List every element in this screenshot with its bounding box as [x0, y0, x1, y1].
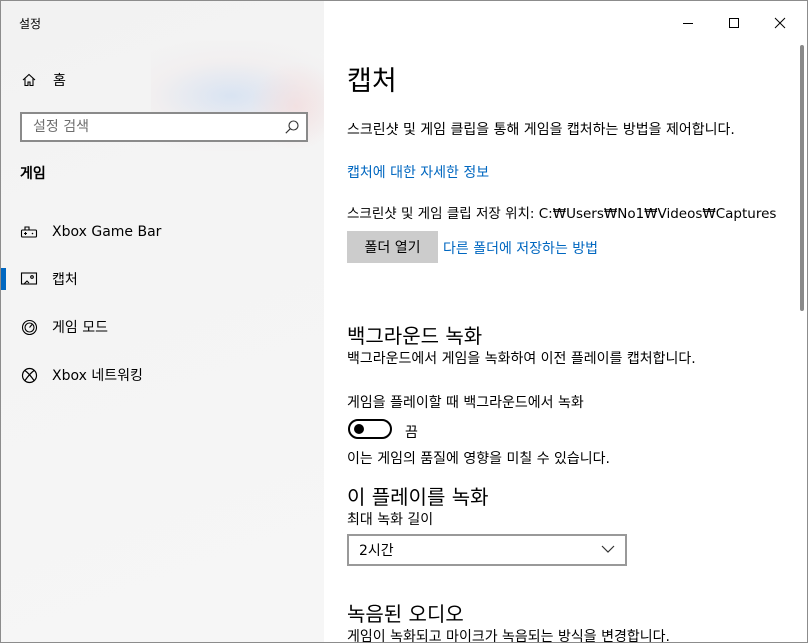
- app-title: 설정: [19, 17, 42, 31]
- open-folder-button[interactable]: 폴더 열기: [347, 231, 438, 263]
- more-info-link[interactable]: 캡처에 대한 자세한 정보: [347, 162, 489, 182]
- recorded-audio-heading: 녹음된 오디오: [347, 602, 464, 626]
- sidebar: 설정 홈 게임 Xbox Game Bar: [1, 1, 324, 642]
- search-box[interactable]: [20, 112, 308, 142]
- active-indicator: [1, 268, 6, 290]
- recorded-audio-description: 게임이 녹화되고 마이크가 녹음되는 방식을 변경합니다.: [347, 629, 670, 643]
- nav-home[interactable]: 홈: [1, 65, 324, 95]
- section-title: 게임: [20, 166, 46, 182]
- background-recording-heading: 백그라운드 녹화: [347, 324, 483, 348]
- background-recording-toggle-label: 게임을 플레이할 때 백그라운드에서 녹화: [347, 395, 584, 411]
- sidebar-item-capture[interactable]: 캡처: [1, 259, 324, 299]
- sidebar-item-xbox-networking[interactable]: Xbox 네트워킹: [1, 355, 324, 395]
- gauge-icon: [20, 318, 38, 336]
- xbox-icon: [20, 366, 38, 384]
- max-length-label: 최대 녹화 길이: [347, 512, 434, 528]
- max-length-select[interactable]: 2시간: [347, 534, 627, 566]
- save-location-text: 스크린샷 및 게임 클립 저장 위치: C:₩Users₩No1₩Videos₩…: [347, 206, 777, 222]
- main-content: 캡처 스크린샷 및 게임 클립을 통해 게임을 캡처하는 방법을 제어합니다. …: [325, 1, 799, 643]
- quality-note: 이는 게임의 품질에 영향을 미칠 수 있습니다.: [347, 451, 610, 467]
- page-title: 캡처: [347, 66, 397, 97]
- sidebar-item-label: Xbox Game Bar: [52, 224, 162, 240]
- other-folder-link[interactable]: 다른 폴더에 저장하는 방법: [443, 238, 598, 258]
- capture-icon: [20, 270, 38, 288]
- sidebar-item-label: 게임 모드: [52, 320, 108, 336]
- sidebar-item-label: 캡처: [52, 272, 78, 288]
- max-length-value: 2시간: [359, 543, 394, 559]
- background-recording-toggle[interactable]: [348, 419, 392, 439]
- search-icon[interactable]: [284, 119, 300, 135]
- search-input[interactable]: [33, 119, 284, 135]
- gamepad-icon: [20, 223, 38, 241]
- sidebar-item-xbox-game-bar[interactable]: Xbox Game Bar: [1, 212, 324, 252]
- sidebar-item-game-mode[interactable]: 게임 모드: [1, 307, 324, 347]
- page-description: 스크린샷 및 게임 클립을 통해 게임을 캡처하는 방법을 제어합니다.: [347, 122, 735, 138]
- settings-window: 설정 홈 게임 Xbox Game Bar: [0, 0, 808, 643]
- toggle-knob: [354, 424, 364, 434]
- chevron-down-icon: [601, 545, 615, 553]
- sidebar-item-label: Xbox 네트워킹: [52, 368, 143, 384]
- home-icon: [22, 73, 36, 87]
- toggle-state-label: 끔: [405, 425, 418, 441]
- scrollbar[interactable]: [800, 45, 804, 311]
- record-that-heading: 이 플레이를 녹화: [347, 485, 489, 509]
- nav-home-label: 홈: [53, 73, 66, 89]
- background-recording-description: 백그라운드에서 게임을 녹화하여 이전 플레이를 캡처합니다.: [347, 351, 696, 367]
